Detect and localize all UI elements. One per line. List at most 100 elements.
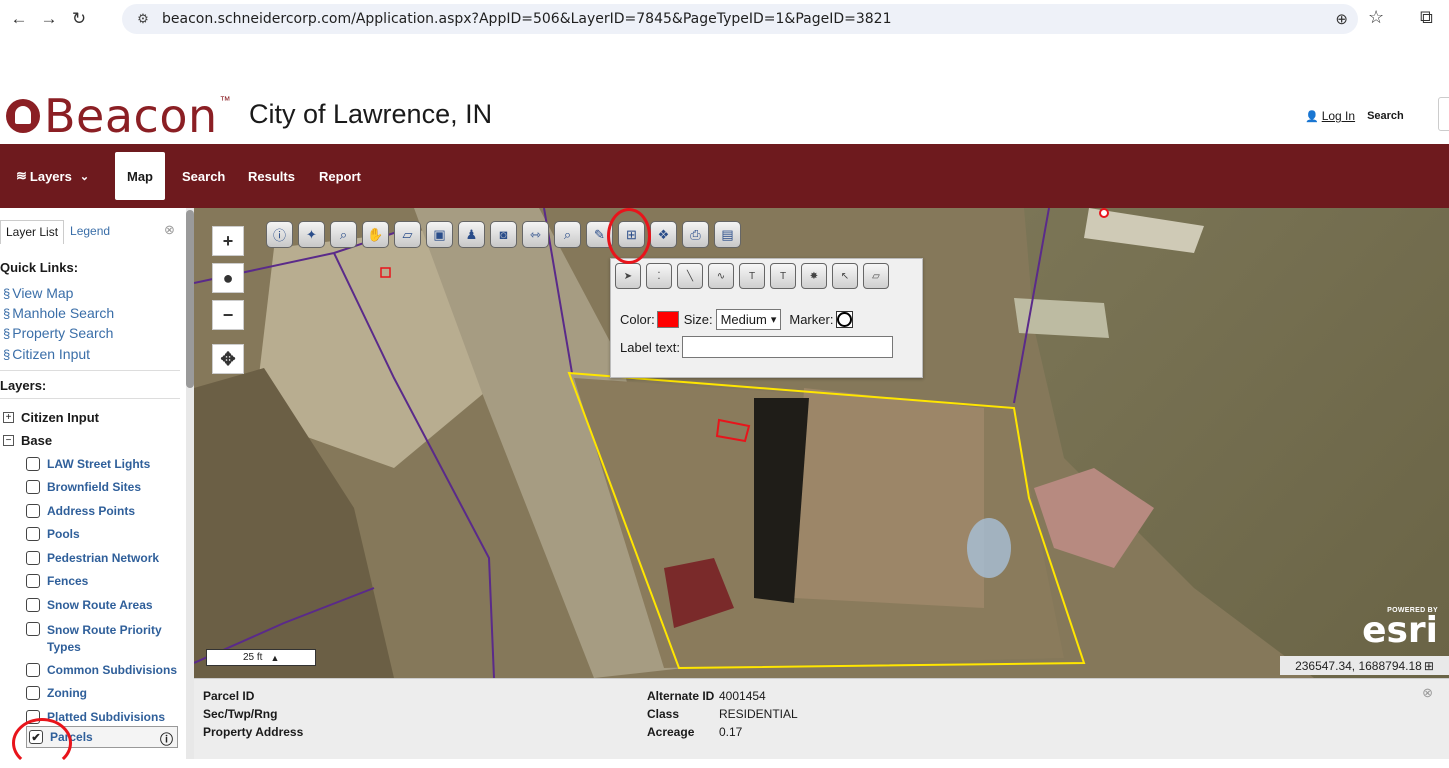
scale-label: 25 ft <box>243 652 263 663</box>
select-box-icon[interactable]: ▣ <box>426 221 453 248</box>
header-search-input[interactable] <box>1438 97 1449 131</box>
photo-icon[interactable]: ◙ <box>490 221 517 248</box>
main-nav: ≋ Layers ⌄ Map Search Results Report <box>0 144 1449 208</box>
zoom-out-button[interactable]: − <box>212 300 244 330</box>
drawing-panel: ➤ ⁚ ╲ ∿ T T ✸ ↖ ▱ Color: Size: Medium ▾ … <box>610 258 923 378</box>
nav-tab-report[interactable]: Report <box>319 144 361 208</box>
tab-layer-list[interactable]: Layer List <box>0 220 65 244</box>
layer-fences[interactable]: Fences <box>26 574 88 588</box>
layer-checkbox[interactable] <box>26 686 40 700</box>
sidebar-tabs: Layer List Legend <box>0 220 116 244</box>
layer-group-base[interactable]: − Base <box>3 433 52 448</box>
layer-common-subdivisions[interactable]: Common Subdivisions <box>26 663 177 677</box>
drawing-tools: ➤ ⁚ ╲ ∿ T T ✸ ↖ ▱ <box>615 263 894 289</box>
collapse-icon[interactable]: − <box>3 435 14 446</box>
link-icon: § <box>3 306 11 321</box>
size-select[interactable]: Medium ▾ <box>715 309 782 330</box>
layer-zoning[interactable]: Zoning <box>26 686 87 700</box>
draw-point-icon[interactable]: ⁚ <box>646 263 672 289</box>
layer-pools[interactable]: Pools <box>26 527 80 541</box>
quick-link-view-map[interactable]: § View Map <box>3 285 73 301</box>
map-marker[interactable] <box>1099 208 1109 218</box>
street-view-icon[interactable]: ♟ <box>458 221 485 248</box>
zoom-in-button[interactable]: + <box>212 226 244 256</box>
address-bar[interactable]: ⚙ beacon.schneidercorp.com/Application.a… <box>122 4 1358 34</box>
quick-link-citizen-input[interactable]: § Citizen Input <box>3 346 90 362</box>
globe-icon[interactable]: ● <box>212 263 244 293</box>
layer-checkbox[interactable] <box>26 457 40 471</box>
login-link[interactable]: Log In <box>1322 109 1355 123</box>
layer-checkbox[interactable] <box>26 622 40 636</box>
color-label: Color: <box>620 312 655 327</box>
annotation-circle-parcels <box>12 718 72 768</box>
capitol-dome-icon <box>6 99 40 133</box>
beacon-logo[interactable]: Beacon ™ <box>6 93 231 139</box>
marker-picker[interactable] <box>836 311 854 328</box>
layer-brownfield-sites[interactable]: Brownfield Sites <box>26 480 141 494</box>
map-canvas[interactable]: + ● − ✥ ⓘ ✦ ⌕ ✋ ▱ ▣ ♟ ◙ ⇿ ⌕ ✎ ⊞ ❖ ⎙ ▤ ➤ … <box>194 208 1449 678</box>
layer-checkbox[interactable] <box>26 598 40 612</box>
zoom-icon[interactable]: ⊕ <box>1335 10 1348 28</box>
label-text-input[interactable] <box>682 336 893 358</box>
quick-link-property-search[interactable]: § Property Search <box>3 325 113 341</box>
tab-legend[interactable]: Legend <box>64 220 116 244</box>
nav-tab-results[interactable]: Results <box>248 144 295 208</box>
layer-snow-route-areas[interactable]: Snow Route Areas <box>26 598 153 612</box>
draw-freehand-icon[interactable]: ↖ <box>832 263 858 289</box>
layer-checkbox[interactable] <box>26 663 40 677</box>
pan-hand-icon[interactable]: ✋ <box>362 221 389 248</box>
search-map-icon[interactable]: ⌕ <box>554 221 581 248</box>
back-arrow-icon[interactable]: ← <box>4 4 34 34</box>
nav-layers-dropdown[interactable]: ≋ Layers ⌄ <box>16 144 89 208</box>
measure-icon[interactable]: ⇿ <box>522 221 549 248</box>
draw-curve-icon[interactable]: ∿ <box>708 263 734 289</box>
acreage-value: 0.17 <box>719 725 743 739</box>
url-text[interactable]: beacon.schneidercorp.com/Application.asp… <box>162 11 892 27</box>
close-sidebar-icon[interactable]: ⊗ <box>164 222 175 238</box>
color-picker[interactable] <box>656 311 679 328</box>
nav-tab-search[interactable]: Search <box>182 144 225 208</box>
select-icon[interactable]: ✦ <box>298 221 325 248</box>
quick-links-heading: Quick Links: <box>0 260 79 275</box>
eraser-icon[interactable]: ▱ <box>863 263 889 289</box>
text-label-icon[interactable]: T <box>770 263 796 289</box>
sidebar-scrollbar-thumb[interactable] <box>186 210 194 388</box>
layer-checkbox[interactable] <box>26 551 40 565</box>
draw-polygon-icon[interactable]: ✸ <box>801 263 827 289</box>
eraser-icon[interactable]: ▱ <box>394 221 421 248</box>
layer-group-citizen-input[interactable]: + Citizen Input <box>3 410 99 425</box>
link-icon: § <box>3 347 11 362</box>
draw-line-icon[interactable]: ╲ <box>677 263 703 289</box>
bookmark-star-icon[interactable]: ☆ <box>1368 7 1384 28</box>
expand-icon[interactable]: + <box>3 412 14 423</box>
layers-toggle-icon[interactable]: ❖ <box>650 221 677 248</box>
quick-link-label: View Map <box>12 285 74 301</box>
save-icon[interactable]: ▤ <box>714 221 741 248</box>
layer-pedestrian-network[interactable]: Pedestrian Network <box>26 551 159 565</box>
extensions-icon[interactable]: ⧉ <box>1420 7 1433 28</box>
layer-law-street-lights[interactable]: LAW Street Lights <box>26 457 150 471</box>
zoom-area-icon[interactable]: ⌕ <box>330 221 357 248</box>
info-icon[interactable]: ⓘ <box>160 729 173 748</box>
select-arrow-icon[interactable]: ➤ <box>615 263 641 289</box>
quick-link-manhole-search[interactable]: § Manhole Search <box>3 305 114 321</box>
house-roof <box>794 388 984 608</box>
layer-checkbox[interactable] <box>26 574 40 588</box>
close-panel-icon[interactable]: ⊗ <box>1422 685 1433 701</box>
locate-icon[interactable]: ✥ <box>212 344 244 374</box>
layer-checkbox[interactable] <box>26 527 40 541</box>
layer-checkbox[interactable] <box>26 504 40 518</box>
site-info-icon[interactable]: ⚙ <box>134 10 152 28</box>
nav-tab-map[interactable]: Map <box>115 152 165 200</box>
reload-icon[interactable]: ↻ <box>64 4 94 34</box>
identify-icon[interactable]: ⓘ <box>266 221 293 248</box>
print-icon[interactable]: ⎙ <box>682 221 709 248</box>
layer-address-points[interactable]: Address Points <box>26 504 135 518</box>
forward-arrow-icon[interactable]: → <box>34 4 64 34</box>
layer-snow-route-priority-types[interactable]: Snow Route Priority Types <box>26 622 176 656</box>
esri-logo: POWERED BY esri <box>1354 607 1438 649</box>
layer-checkbox[interactable] <box>26 480 40 494</box>
expand-box-icon[interactable]: ⊞ <box>1424 659 1434 673</box>
add-text-icon[interactable]: T <box>739 263 765 289</box>
alternate-id-value: 4001454 <box>719 689 766 703</box>
